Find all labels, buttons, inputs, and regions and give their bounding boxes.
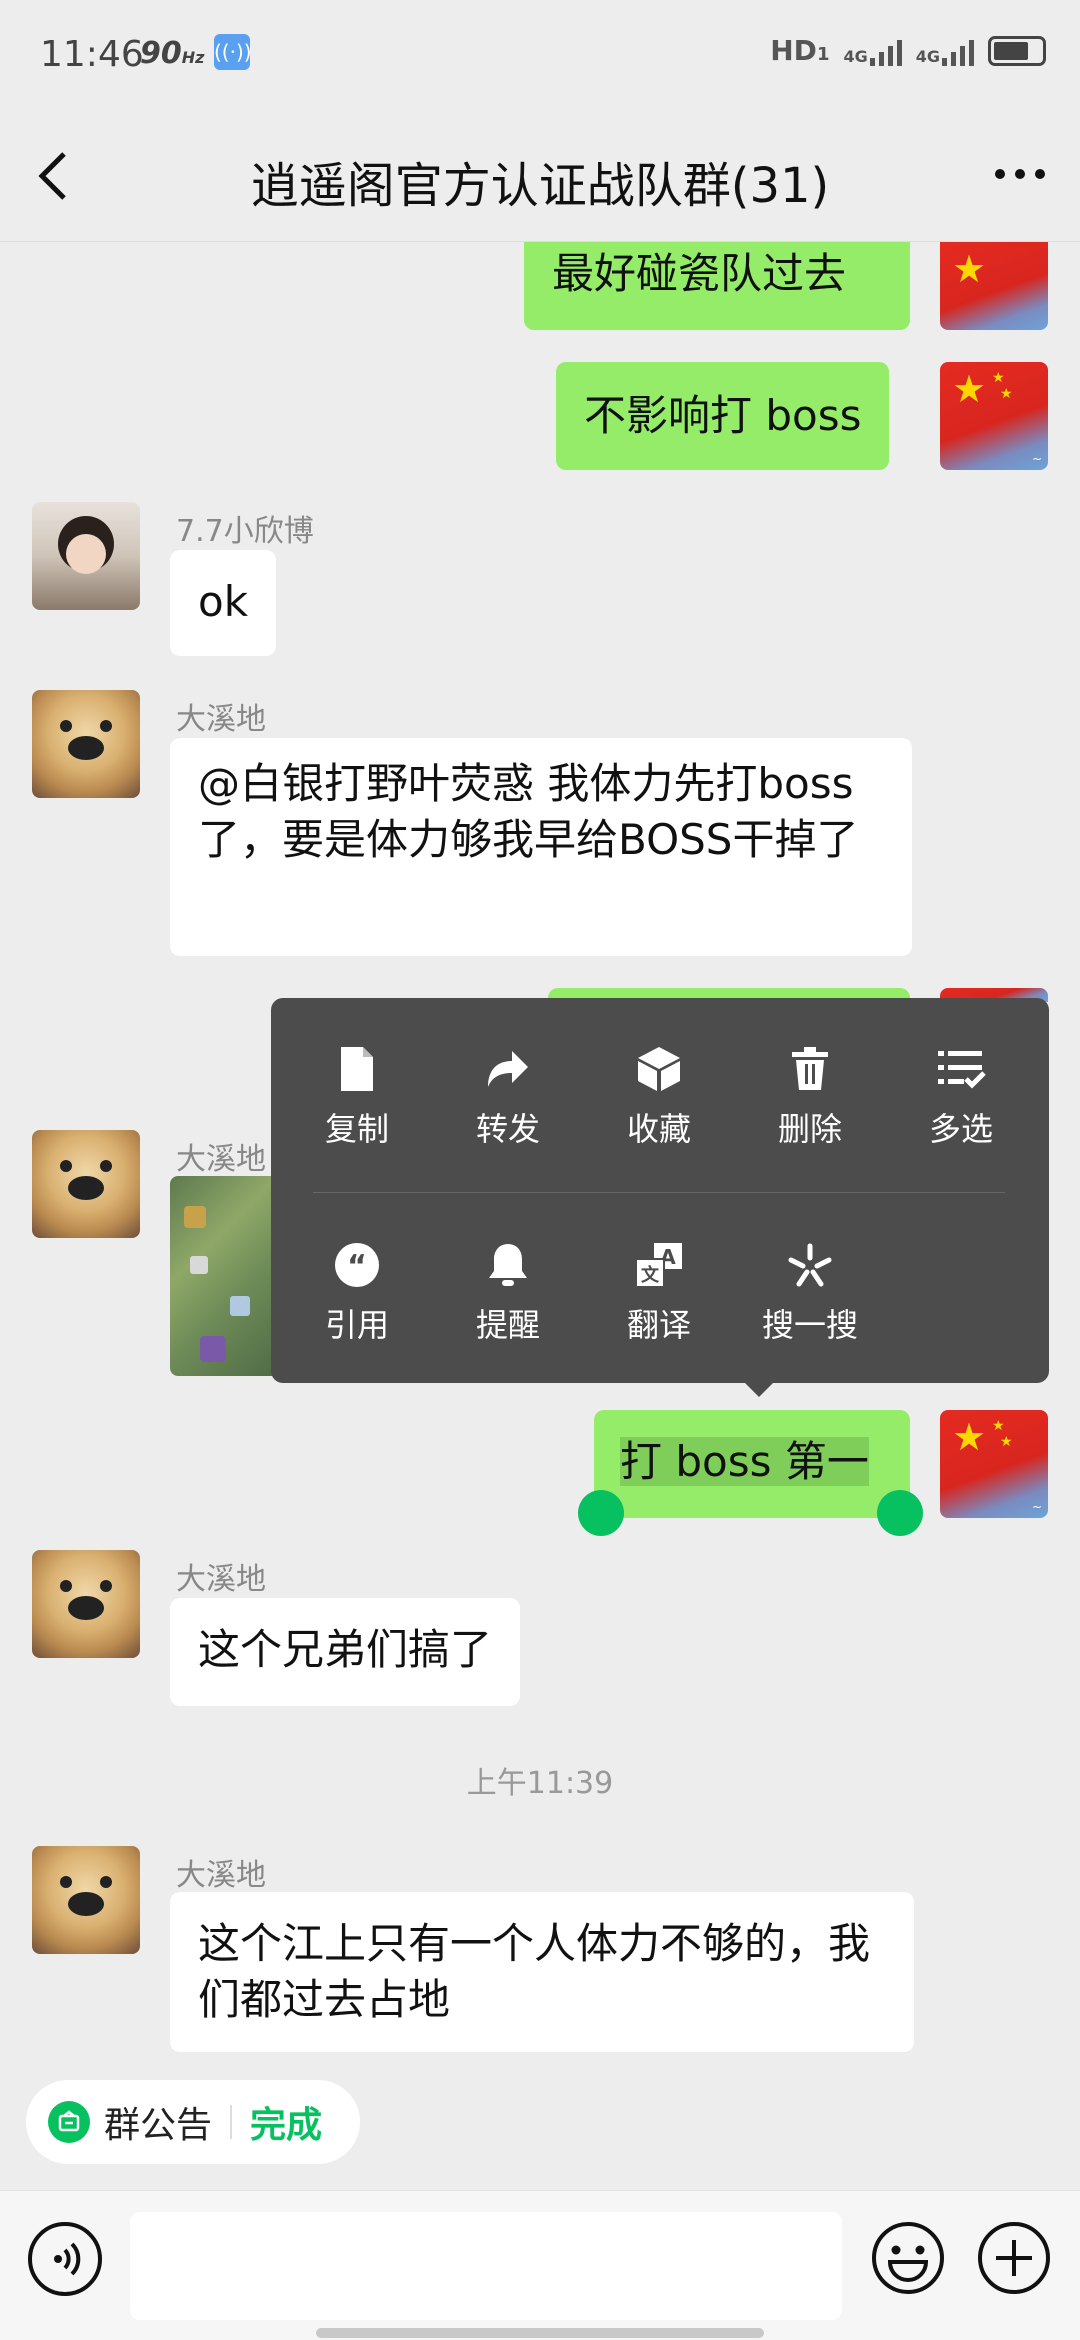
quote-icon: “ xyxy=(335,1243,379,1287)
message-bubble[interactable]: 这个江上只有一个人体力不够的，我们都过去占地 xyxy=(170,1892,914,2052)
selected-text: 打 boss 第一 xyxy=(620,1437,869,1486)
star-icon: ★ xyxy=(952,247,987,291)
avatar[interactable] xyxy=(32,1550,140,1658)
message-bubble[interactable]: 这个兄弟们搞了 xyxy=(170,1598,521,1706)
my-avatar[interactable]: ★ ★ ★ ~ xyxy=(940,362,1048,470)
my-avatar[interactable]: ★ ★ ★ ~ xyxy=(940,1410,1048,1518)
hotspot-icon: ((·)) xyxy=(214,34,252,70)
battery-icon xyxy=(988,35,1046,66)
menu-item-remind[interactable]: 提醒 xyxy=(433,1236,583,1366)
time-separator: 上午11:39 xyxy=(466,1766,614,1801)
sender-name: 大溪地 xyxy=(176,1142,266,1177)
message-bubble[interactable]: @白银打野叶荧惑 我体力先打boss了，要是体力够我早给BOSS干掉了 xyxy=(170,738,912,956)
menu-item-translate[interactable]: A文 翻译 xyxy=(584,1236,734,1366)
signal-2: 4G xyxy=(916,36,974,66)
hd-indicator: HD1 xyxy=(770,34,830,67)
sender-name: 7.7小欣博 xyxy=(176,514,314,549)
selection-handle-right[interactable] xyxy=(877,1490,923,1536)
star-icon: ★ xyxy=(952,367,987,411)
menu-item-delete[interactable]: 删除 xyxy=(735,1040,885,1170)
svg-text:“: “ xyxy=(347,1249,367,1284)
forward-icon xyxy=(488,1051,528,1087)
more-button[interactable] xyxy=(990,154,1050,194)
multi-select-icon xyxy=(938,1051,986,1089)
home-indicator[interactable] xyxy=(316,2328,764,2338)
chat-title: 逍遥阁官方认证战队群(31) xyxy=(250,158,830,214)
menu-item-multiselect[interactable]: 多选 xyxy=(886,1040,1036,1170)
avatar[interactable] xyxy=(32,1130,140,1238)
emoji-button[interactable] xyxy=(870,2220,946,2296)
more-icon xyxy=(995,169,1045,179)
menu-item-copy[interactable]: 复制 xyxy=(282,1040,432,1170)
menu-item-forward[interactable]: 转发 xyxy=(433,1040,583,1170)
status-time: 11:46 xyxy=(40,34,144,75)
plus-button[interactable] xyxy=(976,2220,1052,2296)
context-menu-pointer xyxy=(743,1381,775,1397)
message-bubble[interactable]: ok xyxy=(170,550,277,656)
avatar[interactable] xyxy=(32,690,140,798)
notice-divider xyxy=(230,2105,233,2139)
refresh-rate: 90Hz xyxy=(140,36,205,71)
image-message[interactable] xyxy=(170,1176,280,1376)
search-sparkle-icon xyxy=(788,1243,832,1287)
chat-header: 逍遥阁官方认证战队群(31) xyxy=(0,110,1080,242)
sender-name: 大溪地 xyxy=(176,702,266,737)
sender-name: 大溪地 xyxy=(176,1562,266,1597)
translate-icon: A文 xyxy=(635,1243,682,1288)
menu-item-favorite[interactable]: 收藏 xyxy=(584,1040,734,1170)
svg-text:文: 文 xyxy=(641,1264,660,1286)
voice-button[interactable] xyxy=(28,2222,102,2296)
avatar[interactable] xyxy=(32,1846,140,1954)
notice-label: 群公告 xyxy=(104,2105,213,2146)
plus-icon xyxy=(978,2222,1050,2294)
message-row[interactable]: 最好碰瓷队过去 xyxy=(524,242,910,330)
notice-done-button[interactable]: 完成 xyxy=(250,2096,322,2148)
avatar[interactable] xyxy=(32,502,140,610)
sender-name: 大溪地 xyxy=(176,1858,266,1893)
my-avatar[interactable]: ★ xyxy=(940,242,1048,330)
group-notice-pill[interactable]: 群公告 完成 xyxy=(26,2080,360,2164)
message-bubble-selected[interactable]: 打 boss 第一 xyxy=(594,1410,910,1518)
trash-icon xyxy=(792,1047,828,1090)
status-bar: 11:46 90Hz ((·)) HD1 4G 4G xyxy=(0,0,1080,110)
message-input[interactable] xyxy=(130,2212,842,2320)
message-bubble[interactable]: 最好碰瓷队过去 xyxy=(524,242,910,330)
cube-icon xyxy=(638,1047,680,1091)
notice-icon xyxy=(48,2101,90,2143)
emoji-icon xyxy=(872,2222,944,2294)
voice-icon xyxy=(54,2242,81,2276)
menu-item-search[interactable]: 搜一搜 xyxy=(735,1236,885,1366)
message-bubble[interactable]: 不影响打 boss xyxy=(556,362,890,470)
status-icons: HD1 4G 4G xyxy=(770,34,1046,67)
selection-handle-left[interactable] xyxy=(578,1490,624,1536)
signal-1: 4G xyxy=(843,36,902,66)
document-icon xyxy=(341,1047,373,1091)
signal-bars-icon xyxy=(869,36,902,66)
bell-icon xyxy=(489,1244,527,1286)
menu-divider xyxy=(313,1192,1005,1193)
menu-item-quote[interactable]: “ 引用 xyxy=(282,1236,432,1366)
star-icon: ★ xyxy=(952,1415,987,1459)
signal-bars-icon xyxy=(942,36,974,66)
